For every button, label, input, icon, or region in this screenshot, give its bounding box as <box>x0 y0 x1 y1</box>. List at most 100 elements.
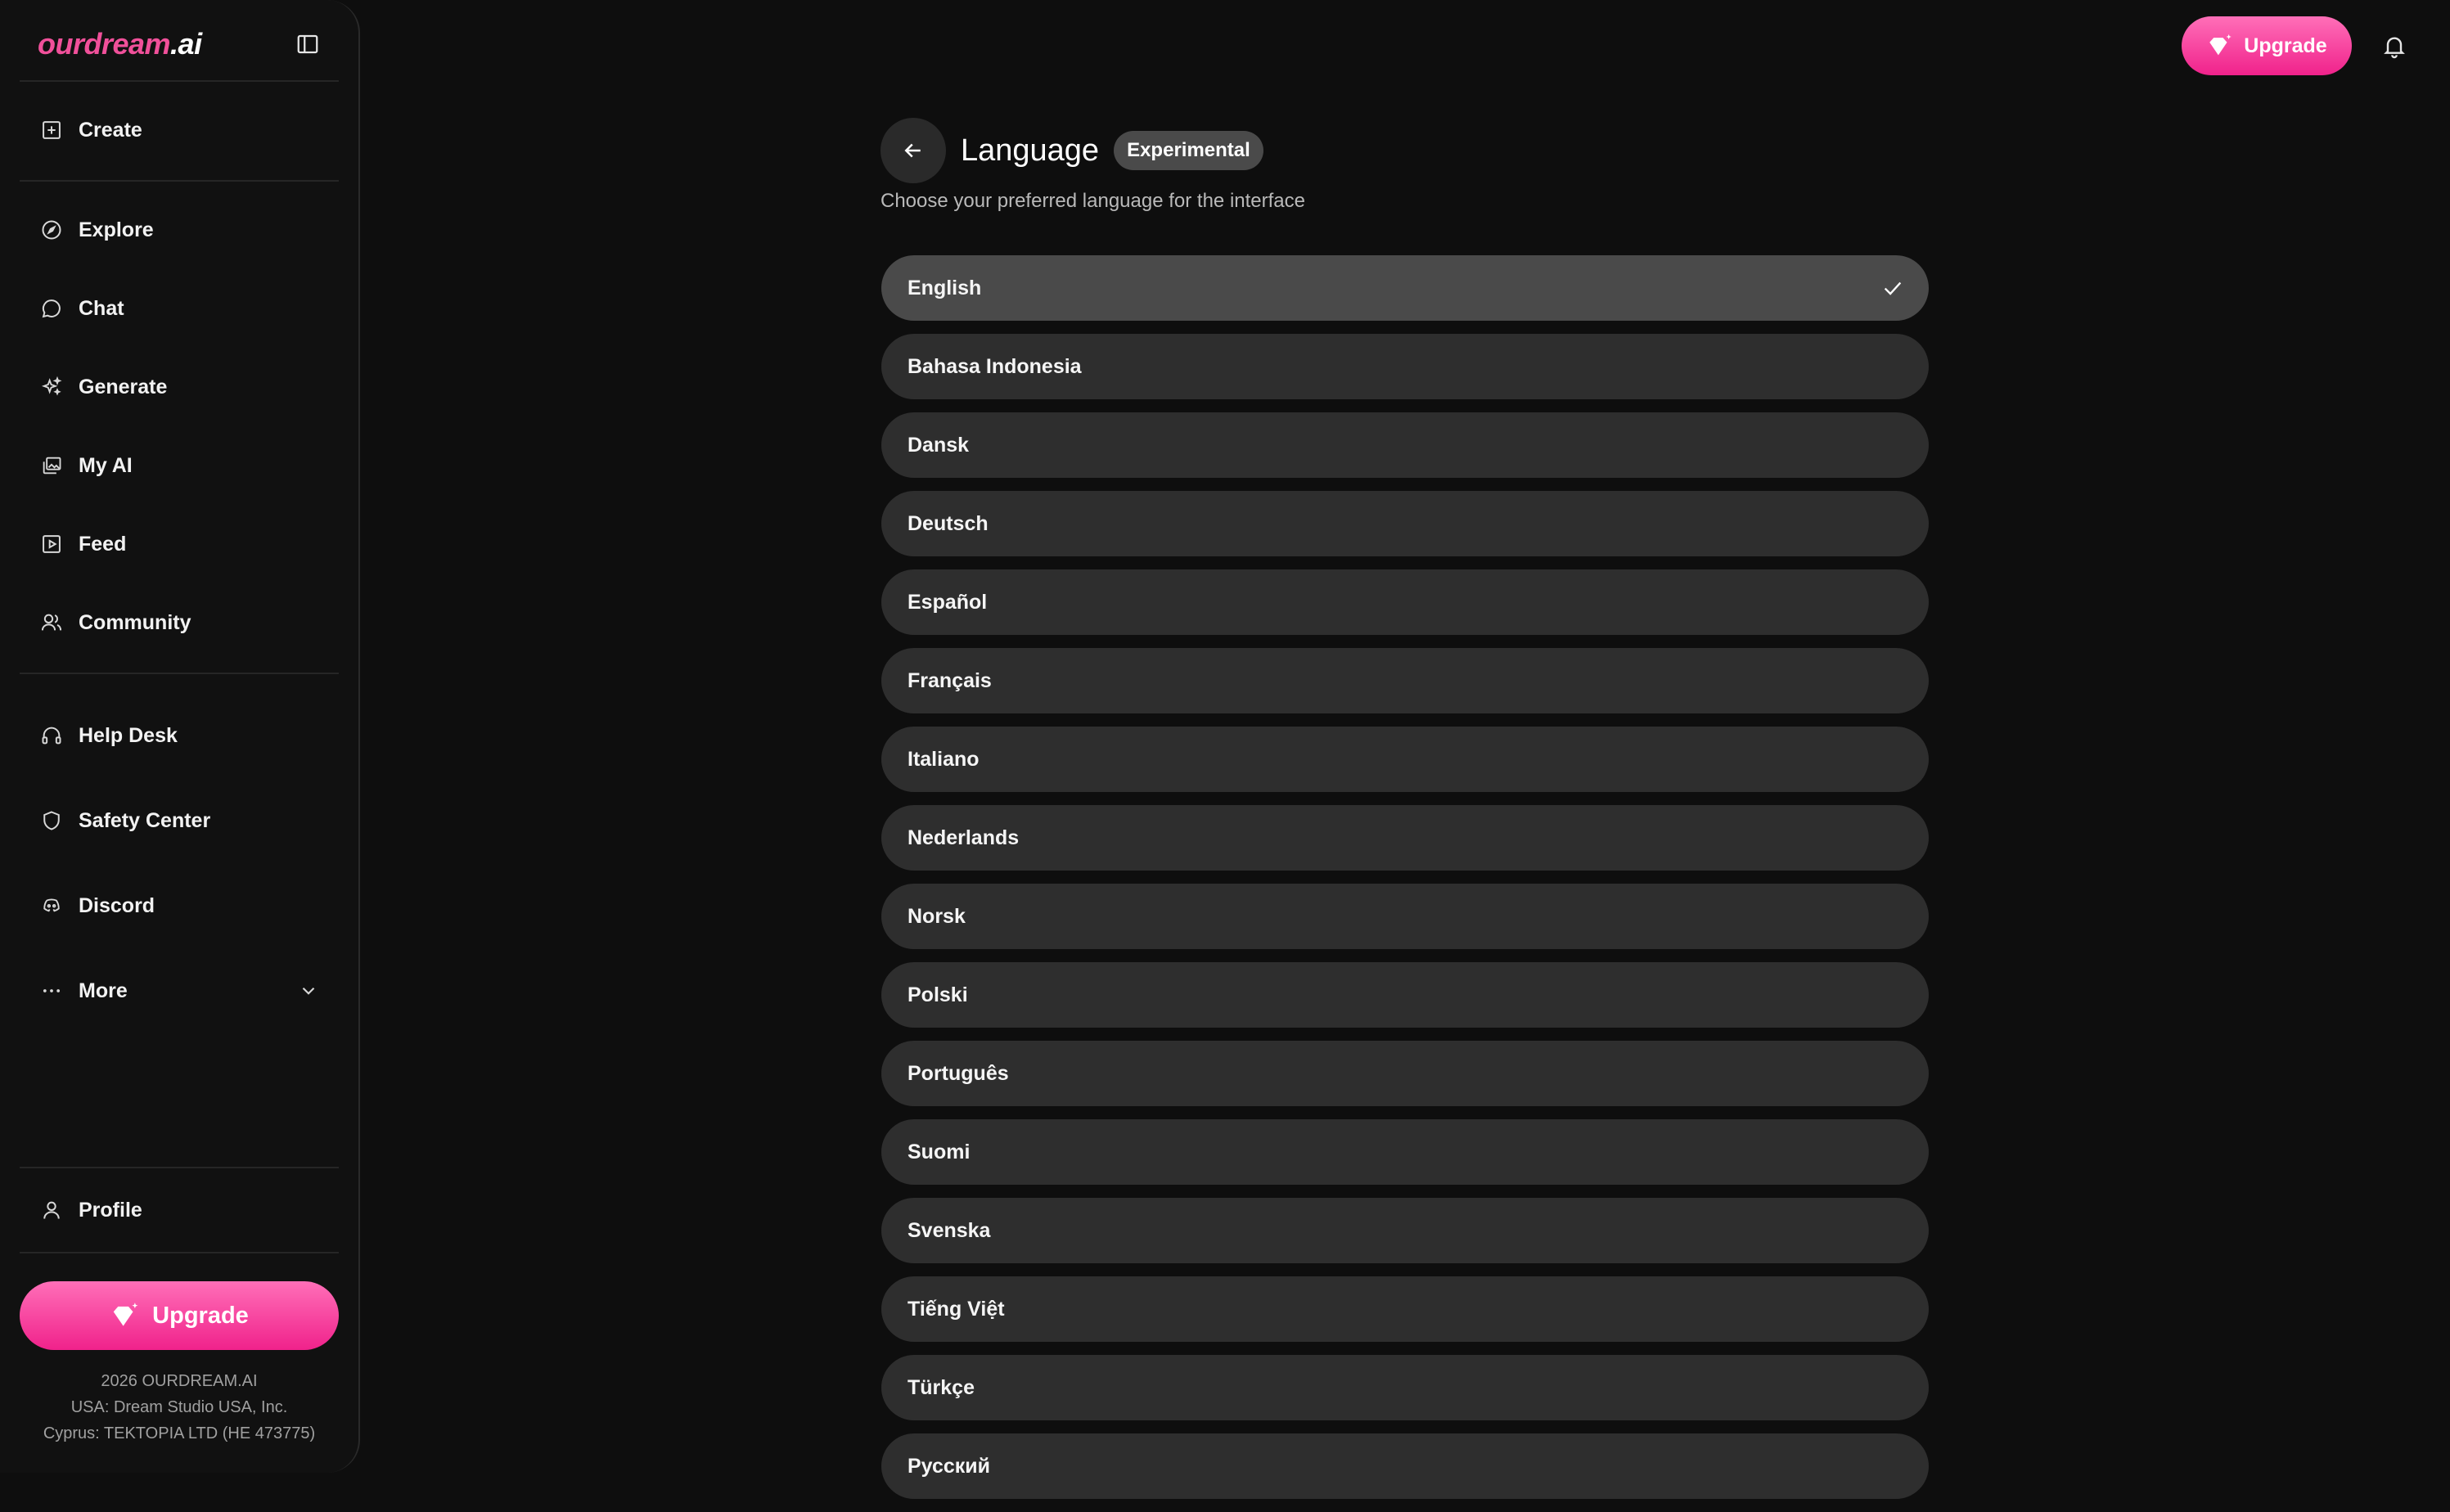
shield-icon <box>39 808 64 833</box>
sidebar-item-label: Create <box>79 118 142 142</box>
sidebar: ourdream.ai Create Explore Chat Generate <box>0 0 360 1473</box>
language-option-label: Tiếng Việt <box>907 1297 1005 1321</box>
back-button[interactable] <box>880 118 946 183</box>
language-option-label: Dansk <box>907 433 970 457</box>
upgrade-label: Upgrade <box>152 1302 249 1329</box>
headset-icon <box>39 723 64 748</box>
sidebar-upgrade-button[interactable]: Upgrade <box>20 1281 339 1350</box>
language-option-label: Русский <box>907 1454 991 1478</box>
language-option-label: English <box>907 276 982 299</box>
sidebar-divider <box>20 1167 339 1168</box>
header-upgrade-button[interactable]: Upgrade <box>2182 16 2352 75</box>
sidebar-item-label: Community <box>79 610 191 634</box>
bell-icon <box>2384 37 2405 59</box>
language-option-label: Svenska <box>907 1218 991 1242</box>
sidebar-divider <box>20 673 339 674</box>
sidebar-toggle-button[interactable] <box>291 28 324 61</box>
language-option[interactable]: English <box>881 255 1929 321</box>
language-option[interactable]: Italiano <box>881 727 1929 792</box>
sidebar-item-chat[interactable]: Chat <box>20 280 339 337</box>
sidebar-item-feed[interactable]: Feed <box>20 515 339 573</box>
sidebar-item-label: Explore <box>79 218 154 241</box>
checkmark-icon <box>1884 281 1902 295</box>
language-option[interactable]: Suomi <box>881 1119 1929 1185</box>
sidebar-item-label: Generate <box>79 375 168 398</box>
language-option[interactable]: Svenska <box>881 1198 1929 1263</box>
language-option-label: Türkçe <box>907 1375 975 1399</box>
sidebar-panel-icon <box>297 34 318 54</box>
sidebar-item-community[interactable]: Community <box>20 594 339 651</box>
play-square-icon <box>39 532 64 556</box>
sidebar-header: ourdream.ai <box>38 25 324 64</box>
footer-copyright: 2026 OURDREAM.AI <box>101 1372 258 1390</box>
sidebar-footer: 2026 OURDREAM.AI USA: Dream Studio USA, … <box>20 1368 339 1447</box>
arrow-left-icon <box>904 143 921 158</box>
notifications-button[interactable] <box>2378 29 2411 62</box>
language-option[interactable]: Dansk <box>881 412 1929 478</box>
language-option[interactable]: Tiếng Việt <box>881 1276 1929 1342</box>
sparkles-icon <box>39 375 64 399</box>
language-option-label: Norsk <box>907 904 966 928</box>
sidebar-item-label: Chat <box>79 296 124 320</box>
language-option-label: Français <box>907 668 992 692</box>
sidebar-item-label: Help Desk <box>79 723 178 747</box>
sidebar-item-my-ai[interactable]: My AI <box>20 437 339 494</box>
language-option-label: Suomi <box>907 1140 971 1163</box>
sidebar-item-more[interactable]: More <box>20 962 339 1019</box>
users-icon <box>39 610 64 635</box>
language-option[interactable]: Español <box>881 569 1929 635</box>
sidebar-item-create[interactable]: Create <box>20 101 339 159</box>
upgrade-label: Upgrade <box>2244 34 2327 57</box>
language-option-label: Italiano <box>907 747 980 771</box>
language-option-label: Nederlands <box>907 826 1020 849</box>
page-header: Language Experimental <box>880 118 1263 183</box>
language-option[interactable]: Português <box>881 1041 1929 1106</box>
language-option-label: Español <box>907 590 988 614</box>
language-list: English Bahasa Indonesia Dansk Deutsch Españ… <box>881 255 1929 1512</box>
brand-logo-part2: .ai <box>170 27 202 61</box>
user-icon <box>39 1198 64 1222</box>
experimental-badge: Experimental <box>1114 131 1263 170</box>
sidebar-item-generate[interactable]: Generate <box>20 358 339 416</box>
sidebar-item-profile[interactable]: Profile <box>20 1181 339 1239</box>
sidebar-divider <box>20 80 339 82</box>
language-option-label: Deutsch <box>907 511 989 535</box>
gem-sparkle-icon <box>113 1303 138 1326</box>
sidebar-item-discord[interactable]: Discord <box>20 877 339 934</box>
discord-icon <box>39 893 64 918</box>
sidebar-item-safety-center[interactable]: Safety Center <box>20 792 339 849</box>
gallery-icon <box>39 453 64 478</box>
language-option[interactable]: Polski <box>881 962 1929 1028</box>
sidebar-item-explore[interactable]: Explore <box>20 201 339 259</box>
sidebar-item-label: More <box>79 979 128 1002</box>
language-option-label: Polski <box>907 983 968 1006</box>
sidebar-item-label: My AI <box>79 453 133 477</box>
language-option[interactable]: Norsk <box>881 884 1929 949</box>
footer-cyprus-entity: Cyprus: TEKTOPIA LTD (HE 473775) <box>43 1424 316 1442</box>
sidebar-item-label: Feed <box>79 532 127 556</box>
language-option-label: Português <box>907 1061 1009 1085</box>
sidebar-item-label: Profile <box>79 1198 142 1222</box>
language-option-label: Bahasa Indonesia <box>907 354 1082 378</box>
language-option[interactable]: Nederlands <box>881 805 1929 871</box>
sidebar-divider <box>20 1252 339 1253</box>
brand-logo-part1: ourdream <box>38 27 171 61</box>
sidebar-item-label: Safety Center <box>79 808 211 832</box>
language-option[interactable]: Türkçe <box>881 1355 1929 1420</box>
language-option[interactable]: Français <box>881 648 1929 713</box>
chat-bubble-icon <box>39 296 64 321</box>
chevron-down-icon <box>302 987 315 995</box>
language-option[interactable]: Deutsch <box>881 491 1929 556</box>
ellipsis-icon <box>39 979 64 1003</box>
page-title: Language <box>961 133 1100 168</box>
sidebar-item-label: Discord <box>79 893 155 917</box>
sidebar-item-help-desk[interactable]: Help Desk <box>20 707 339 764</box>
language-option[interactable]: Русский <box>881 1433 1929 1499</box>
gem-sparkle-icon <box>2209 34 2232 56</box>
footer-usa-entity: USA: Dream Studio USA, Inc. <box>70 1398 288 1416</box>
brand-logo[interactable]: ourdream.ai <box>38 27 202 61</box>
language-option[interactable]: Bahasa Indonesia <box>881 334 1929 399</box>
plus-square-icon <box>39 118 64 142</box>
compass-icon <box>39 218 64 242</box>
page-subtitle: Choose your preferred language for the i… <box>880 190 1305 212</box>
